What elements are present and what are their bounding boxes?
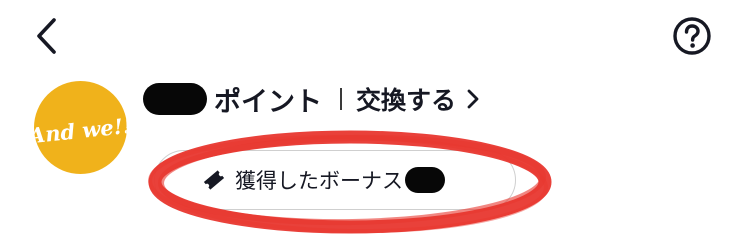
help-circle-icon [672,16,712,60]
bonus-pill[interactable]: 獲得したボーナス [154,150,516,210]
redacted-point-value [143,83,207,115]
help-button[interactable] [670,16,714,60]
avatar[interactable]: And we!! [34,81,127,174]
divider [340,88,342,110]
ticket-icon [201,167,227,193]
bonus-label: 獲得したボーナス [235,169,403,193]
avatar-logo: And we!! [34,113,127,149]
svg-text:And we!!: And we!! [34,113,127,149]
chevron-right-icon [466,88,480,110]
chevron-left-icon [35,17,57,59]
points-row: ポイント 交換する [143,78,480,120]
points-label: ポイント [214,86,322,118]
back-button[interactable] [28,18,64,58]
exchange-label: 交換する [356,86,457,115]
exchange-link[interactable]: 交換する [356,81,480,117]
redacted-bonus-value [405,167,445,193]
